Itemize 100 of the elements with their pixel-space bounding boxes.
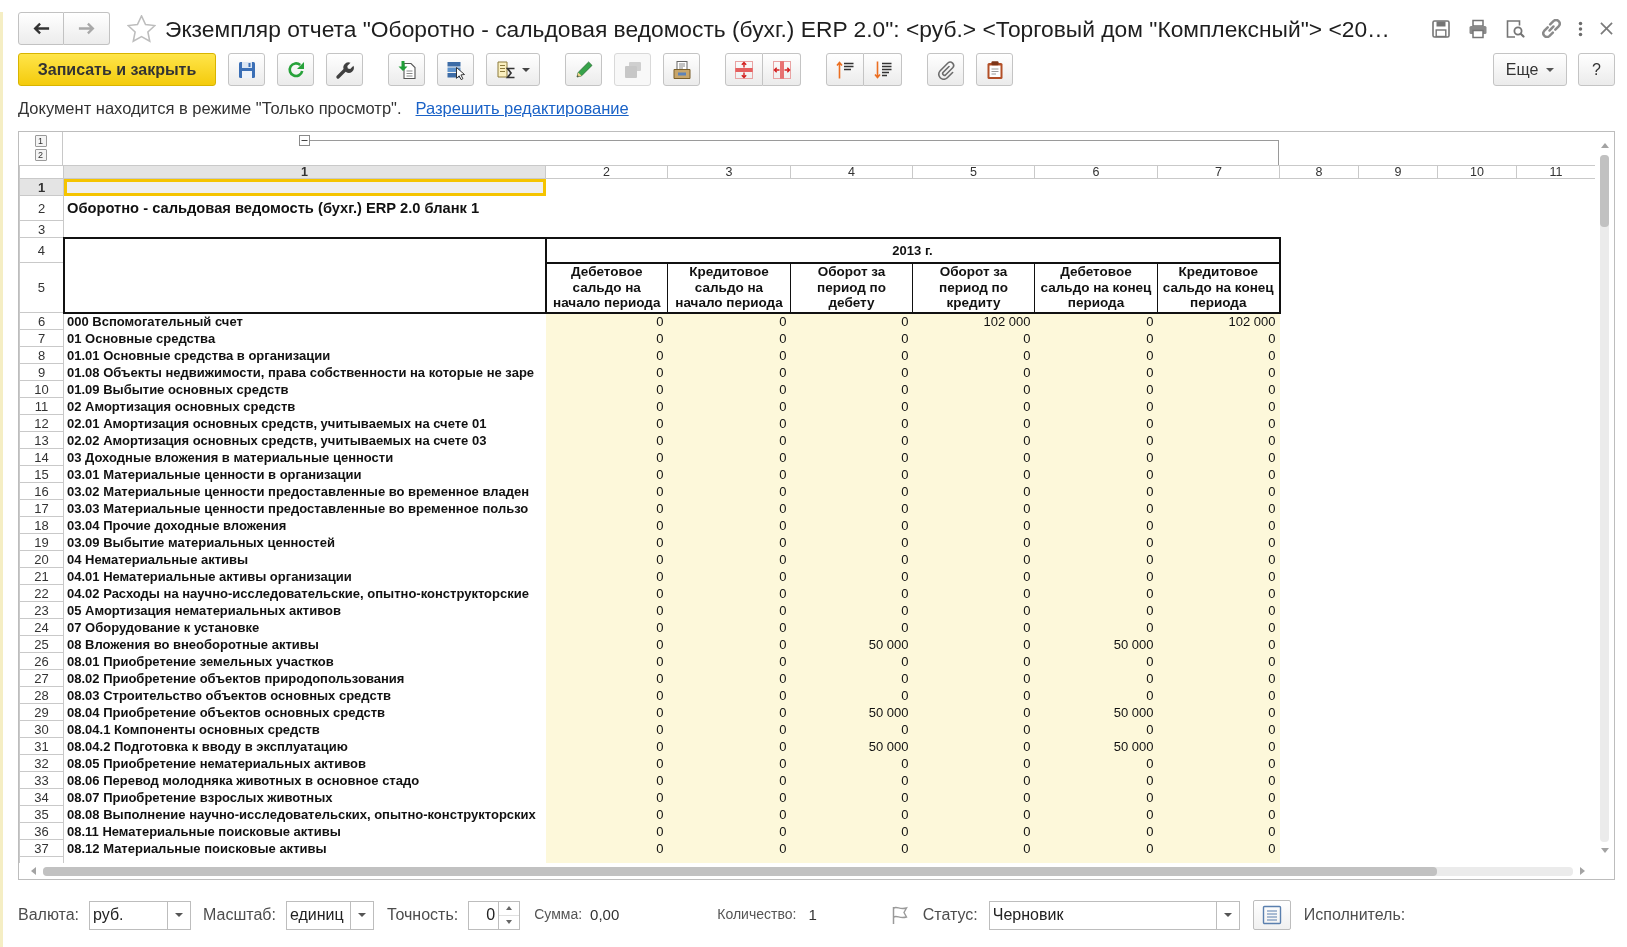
row-number[interactable]: 20 (19, 550, 64, 568)
chain-link-icon[interactable] (1542, 19, 1561, 38)
list-icon (1261, 905, 1282, 925)
star-icon[interactable] (127, 14, 156, 43)
row-number[interactable]: 19 (19, 533, 64, 551)
scrollbar-thumb[interactable] (1600, 155, 1609, 227)
row-number[interactable]: 5 (19, 262, 64, 313)
status-field[interactable]: Черновик (988, 900, 1216, 930)
precision-field[interactable]: 0 (468, 900, 499, 930)
count-label: Количество: (717, 906, 797, 924)
sigma-list-icon (496, 59, 516, 80)
minus-icon[interactable] (299, 135, 310, 146)
row-number[interactable]: 3 (19, 220, 64, 238)
account-name: 03 Доходные вложения в материальные ценности (63, 448, 546, 466)
row-number[interactable]: 16 (19, 482, 64, 500)
account-name: 08.11 Нематериальные поисковые активы (63, 822, 546, 840)
row-number[interactable]: 22 (19, 584, 64, 602)
account-name: 01.09 Выбытие основных средств (63, 380, 546, 398)
row-number[interactable]: 4 (19, 237, 64, 263)
scroll-down-icon[interactable] (1600, 848, 1609, 853)
scale-field[interactable]: единиц (285, 900, 350, 930)
column-number[interactable]: 9 (1358, 165, 1438, 179)
row-number[interactable]: 14 (19, 448, 64, 466)
group-level-button[interactable]: 1 (34, 135, 47, 147)
account-name: 08.02 Приобретение объектов природопользования (63, 669, 546, 687)
toolbar-button[interactable] (663, 53, 700, 86)
dropdown-button[interactable] (349, 900, 374, 930)
row-number[interactable]: 12 (19, 414, 64, 432)
column-number[interactable]: 7 (1157, 165, 1280, 179)
row-number[interactable]: 37 (19, 839, 64, 857)
row-number[interactable]: 34 (19, 788, 64, 806)
sort-ascending-icon (835, 59, 855, 80)
scroll-left-icon[interactable] (31, 867, 36, 875)
save-and-close-button[interactable]: Записать и закрыть (18, 53, 216, 86)
row-number[interactable]: 33 (19, 771, 64, 789)
list-button[interactable] (1252, 900, 1291, 930)
column-number[interactable]: 4 (790, 165, 913, 179)
toolbar-button[interactable] (486, 53, 540, 86)
more-icon[interactable] (1578, 20, 1583, 37)
row-number[interactable]: 31 (19, 737, 64, 755)
help-button[interactable]: ? (1578, 53, 1615, 86)
account-name: 08.05 Приобретение нематериальных активов (63, 754, 546, 772)
vertical-scrollbar[interactable] (1600, 155, 1609, 842)
account-name: 08.12 Материальные поисковые активы (63, 839, 546, 857)
toolbar-button[interactable] (326, 53, 363, 86)
row-number[interactable]: 26 (19, 652, 64, 670)
row-number[interactable]: 25 (19, 635, 64, 653)
down-triangle-icon (506, 920, 513, 924)
account-name: 07 Оборудование к установке (63, 618, 546, 636)
row-number[interactable]: 7 (19, 329, 64, 347)
column-number[interactable]: 5 (912, 165, 1035, 179)
period-header: 2013 г. (545, 237, 1280, 263)
row-number[interactable]: 8 (19, 346, 64, 364)
toolbar-button[interactable] (437, 53, 474, 86)
account-name: 03.01 Материальные ценности в организации (63, 465, 546, 483)
column-number[interactable]: 10 (1437, 165, 1517, 179)
row-number[interactable]: 18 (19, 516, 64, 534)
row-number[interactable]: 13 (19, 431, 64, 449)
account-name: 02.01 Амортизация основных средств, учитываемых на счете 01 (63, 414, 546, 432)
row-number[interactable]: 6 (19, 312, 64, 330)
row-number[interactable]: 32 (19, 754, 64, 772)
row-number[interactable]: 35 (19, 805, 64, 823)
row-number[interactable]: 30 (19, 720, 64, 738)
toolbar-button[interactable] (864, 53, 902, 86)
row-number[interactable]: 17 (19, 499, 64, 517)
table-cursor-icon (445, 59, 466, 80)
row-number[interactable]: 27 (19, 669, 64, 687)
scroll-up-icon[interactable] (1600, 143, 1609, 148)
group-level-button[interactable]: 2 (34, 149, 47, 161)
row-number[interactable]: 2 (19, 195, 64, 221)
wrench-icon (334, 59, 355, 80)
row-number[interactable]: 15 (19, 465, 64, 483)
column-number[interactable]: 11 (1516, 165, 1595, 179)
magnifier-document-icon[interactable] (1505, 18, 1525, 39)
more-button[interactable]: Еще (1493, 53, 1567, 86)
column-number[interactable]: 6 (1034, 165, 1158, 179)
row-number[interactable]: 36 (19, 822, 64, 840)
currency-field[interactable]: руб. (89, 900, 168, 930)
dropdown-button[interactable] (167, 900, 192, 930)
scroll-right-icon[interactable] (1580, 867, 1585, 875)
column-number[interactable]: 8 (1279, 165, 1359, 179)
row-number[interactable]: 10 (19, 380, 64, 398)
column-number[interactable]: 3 (667, 165, 791, 179)
row-number[interactable]: 29 (19, 703, 64, 721)
column-number[interactable]: 2 (545, 165, 668, 179)
row-number[interactable]: 11 (19, 397, 64, 415)
dropdown-button[interactable] (1215, 900, 1240, 930)
row-number[interactable]: 9 (19, 363, 64, 381)
window-title: Экземпляр отчета "Оборотно - сальдовая ведомость (бухг.) ERP 2.0": <руб.> <Торговый дом "Комплексный"> <20… (165, 14, 1390, 43)
account-name: 08.06 Перевод молодняка животных в основное стадо (63, 771, 546, 789)
column-number[interactable]: 1 (63, 165, 546, 179)
row-number[interactable]: 21 (19, 567, 64, 585)
allow-editing-link[interactable]: Разрешить редактирование (415, 97, 629, 119)
close-icon[interactable] (1600, 22, 1613, 35)
account-name: 08.07 Приобретение взрослых животных (63, 788, 546, 806)
row-number[interactable]: 24 (19, 618, 64, 636)
row-number[interactable]: 23 (19, 601, 64, 619)
row-number[interactable]: 28 (19, 686, 64, 704)
printer-icon[interactable] (1468, 18, 1488, 39)
back-button[interactable] (18, 12, 64, 45)
